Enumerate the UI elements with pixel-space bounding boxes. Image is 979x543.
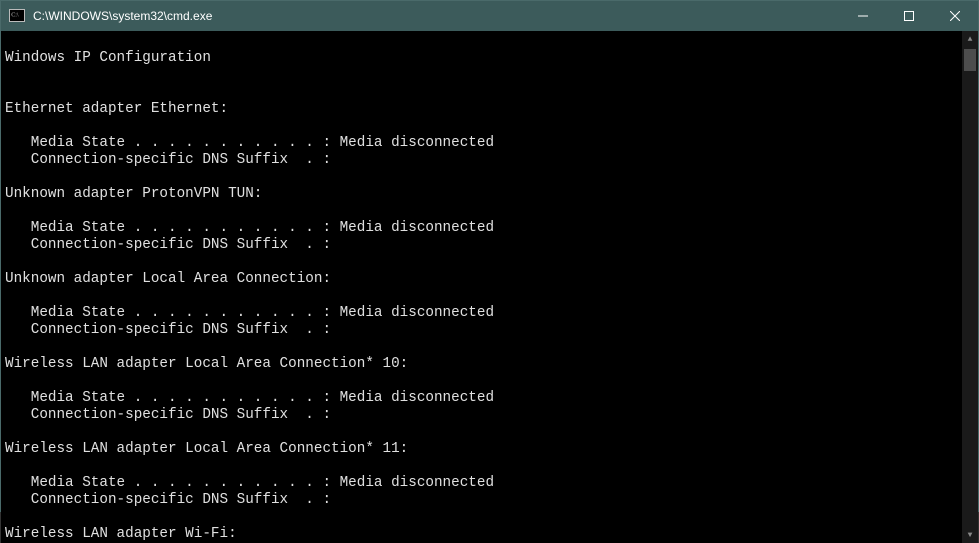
scroll-thumb[interactable] [964,49,976,71]
adapter-property-line: Media State . . . . . . . . . . . : Medi… [5,475,962,492]
vertical-scrollbar[interactable]: ▲ ▼ [962,31,978,543]
adapter-property-line: Connection-specific DNS Suffix . : [5,322,962,339]
adapter-name: Wireless LAN adapter Local Area Connecti… [5,356,962,373]
adapter-property-line: Media State . . . . . . . . . . . : Medi… [5,135,962,152]
adapter-property-line: Connection-specific DNS Suffix . : [5,152,962,169]
cmd-icon: C:\ [9,8,25,24]
adapter-name: Ethernet adapter Ethernet: [5,101,962,118]
titlebar[interactable]: C:\ C:\WINDOWS\system32\cmd.exe [1,1,978,31]
console-area: Windows IP Configuration Ethernet adapte… [1,31,978,543]
adapter-block: Wireless LAN adapter Local Area Connecti… [5,356,962,424]
minimize-button[interactable] [840,1,886,31]
adapter-name: Unknown adapter Local Area Connection: [5,271,962,288]
adapter-property-line: Media State . . . . . . . . . . . : Medi… [5,390,962,407]
adapter-block: Wireless LAN adapter Local Area Connecti… [5,441,962,509]
adapter-property-line: Connection-specific DNS Suffix . : [5,492,962,509]
adapter-block: Unknown adapter Local Area Connection: M… [5,271,962,339]
close-button[interactable] [932,1,978,31]
cmd-window: C:\ C:\WINDOWS\system32\cmd.exe Windows … [0,0,979,512]
adapter-property-line: Connection-specific DNS Suffix . : [5,237,962,254]
adapter-name: Unknown adapter ProtonVPN TUN: [5,186,962,203]
adapter-block: Wireless LAN adapter Wi-Fi: [5,526,962,543]
adapter-block: Ethernet adapter Ethernet: Media State .… [5,101,962,169]
window-title: C:\WINDOWS\system32\cmd.exe [31,9,212,23]
svg-text:C:\: C:\ [11,13,19,19]
ipconfig-header: Windows IP Configuration [5,50,962,67]
console-output[interactable]: Windows IP Configuration Ethernet adapte… [1,31,962,543]
adapter-property-line: Media State . . . . . . . . . . . : Medi… [5,305,962,322]
adapter-property-line: Connection-specific DNS Suffix . : [5,407,962,424]
adapter-property-line: Media State . . . . . . . . . . . : Medi… [5,220,962,237]
maximize-button[interactable] [886,1,932,31]
scroll-down-icon[interactable]: ▼ [962,527,978,543]
adapter-name: Wireless LAN adapter Wi-Fi: [5,526,962,543]
scroll-up-icon[interactable]: ▲ [962,31,978,47]
adapter-block: Unknown adapter ProtonVPN TUN: Media Sta… [5,186,962,254]
adapter-name: Wireless LAN adapter Local Area Connecti… [5,441,962,458]
